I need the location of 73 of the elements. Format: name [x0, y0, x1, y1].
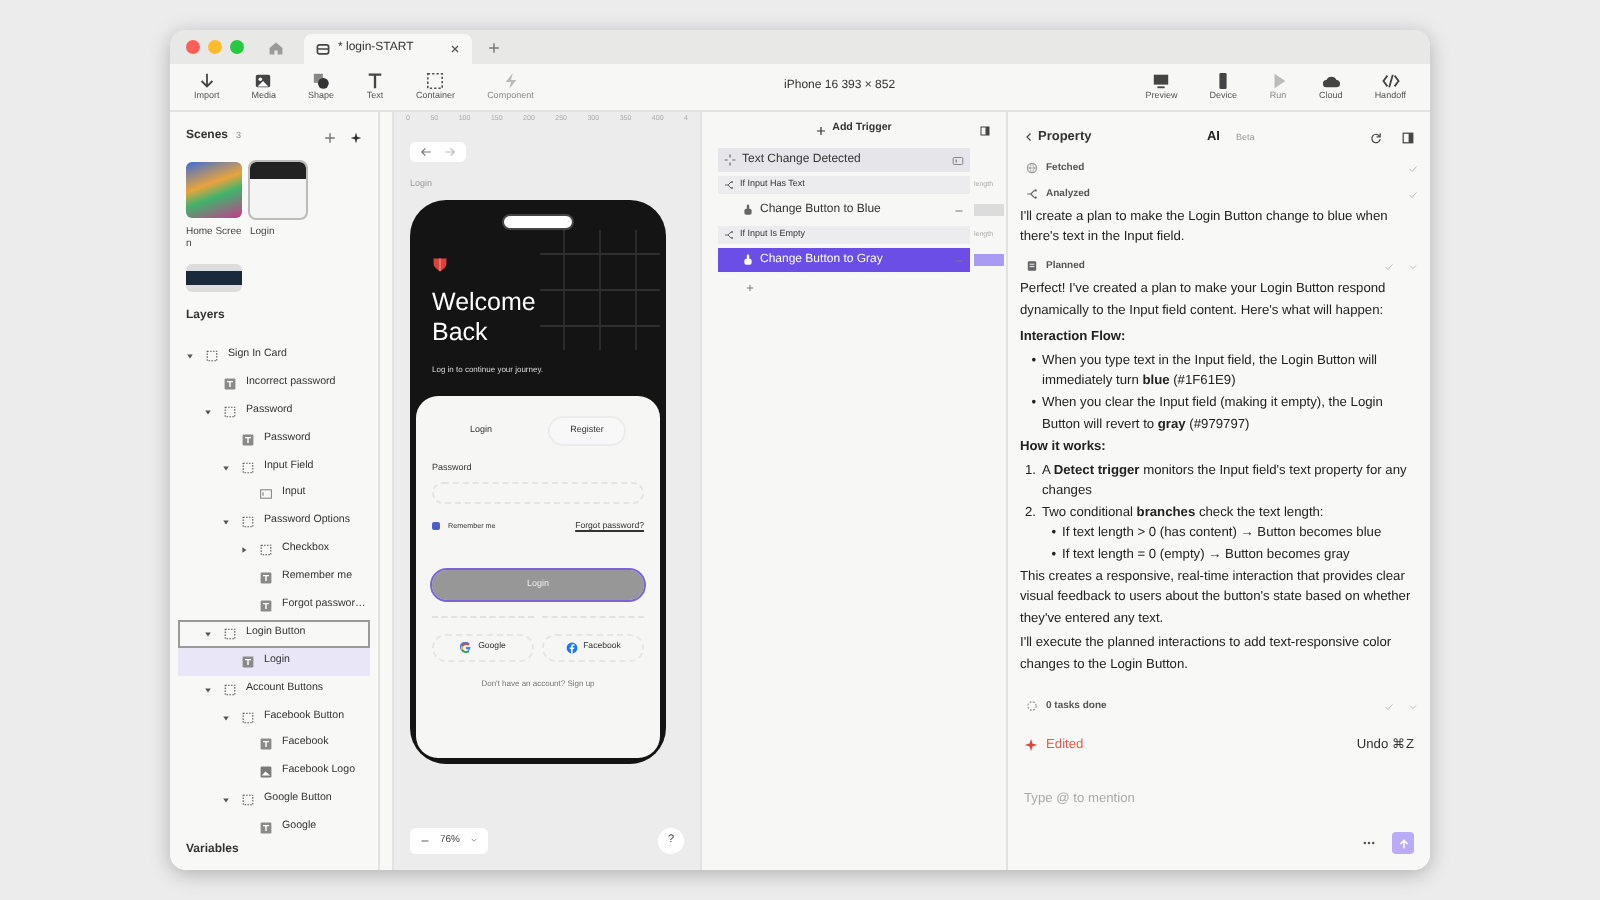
frame-icon [206, 349, 218, 362]
minus-icon[interactable] [420, 835, 430, 846]
window-icon [316, 42, 330, 56]
shapes-icon [312, 72, 331, 91]
text-layer-icon [260, 822, 272, 835]
plus-icon[interactable] [746, 284, 754, 292]
letter-g-icon [460, 641, 473, 654]
sidebar-icon[interactable] [1402, 131, 1414, 144]
caret-down-icon[interactable] [222, 463, 230, 471]
shield-logo-icon [432, 255, 448, 272]
monitor-icon [1152, 72, 1171, 91]
frame-icon [224, 405, 236, 418]
arrow-down-icon [197, 72, 216, 91]
back-arrow-icon[interactable] [420, 146, 432, 158]
plus-icon[interactable] [324, 131, 336, 143]
letter-f-circle-icon [565, 641, 578, 654]
text-layer-icon [224, 377, 236, 390]
caret-right-icon[interactable] [240, 546, 248, 555]
image-icon [260, 766, 272, 779]
input-icon [260, 488, 272, 501]
bolt-icon [501, 72, 520, 91]
image-icon [254, 72, 273, 91]
scene-thumbnail[interactable] [186, 264, 242, 292]
frame-icon [224, 627, 236, 640]
text-layer-icon [260, 572, 272, 585]
frame-icon [242, 516, 254, 529]
phone-icon [1214, 72, 1233, 91]
text-icon [366, 72, 385, 91]
hand-icon [742, 204, 754, 216]
frame-icon [242, 711, 254, 724]
frame-icon [426, 72, 445, 91]
text-layer-icon [260, 738, 272, 751]
expand-icon[interactable] [952, 155, 964, 165]
list-icon [1026, 260, 1038, 273]
checkbox[interactable] [432, 522, 440, 531]
close-icon[interactable] [449, 44, 460, 54]
sparkle-icon [1024, 738, 1038, 753]
frame-icon [224, 683, 236, 696]
hand-icon [742, 254, 754, 266]
arrow-up-icon [1397, 837, 1409, 849]
plus-icon[interactable] [487, 41, 500, 53]
close-button[interactable] [186, 40, 200, 54]
sparkle-icon[interactable] [350, 131, 362, 143]
more-icon[interactable] [1362, 836, 1376, 850]
globe-icon [1026, 162, 1038, 175]
plus-icon [816, 125, 827, 135]
crosshair-icon [724, 154, 736, 166]
chevron-left-icon [1024, 132, 1034, 143]
panel-icon[interactable] [980, 125, 990, 135]
step-icon [1026, 188, 1038, 201]
check-icon [1384, 261, 1394, 272]
scene-thumbnail[interactable] [250, 162, 306, 218]
screen-title: Welcome Back [432, 287, 538, 348]
check-icon [1384, 701, 1394, 712]
text-layer-icon [260, 599, 272, 612]
code-icon [1381, 72, 1400, 91]
loader-icon [1026, 700, 1038, 713]
branch-icon [724, 180, 734, 190]
branch-icon [724, 230, 734, 240]
play-icon [1269, 72, 1288, 91]
frame-icon [242, 461, 254, 473]
frame-icon [260, 544, 272, 557]
dynamic-island [502, 213, 574, 230]
frame-icon [242, 794, 254, 807]
check-icon [1408, 163, 1418, 174]
cloud-icon [1321, 72, 1340, 91]
text-layer-icon [242, 655, 254, 668]
text-layer-icon [242, 433, 254, 446]
refresh-icon[interactable] [1370, 131, 1382, 144]
grid-pattern-drawing [540, 229, 660, 350]
check-icon [1408, 189, 1418, 200]
home-icon[interactable] [268, 39, 284, 55]
scene-thumbnail[interactable] [186, 162, 242, 218]
